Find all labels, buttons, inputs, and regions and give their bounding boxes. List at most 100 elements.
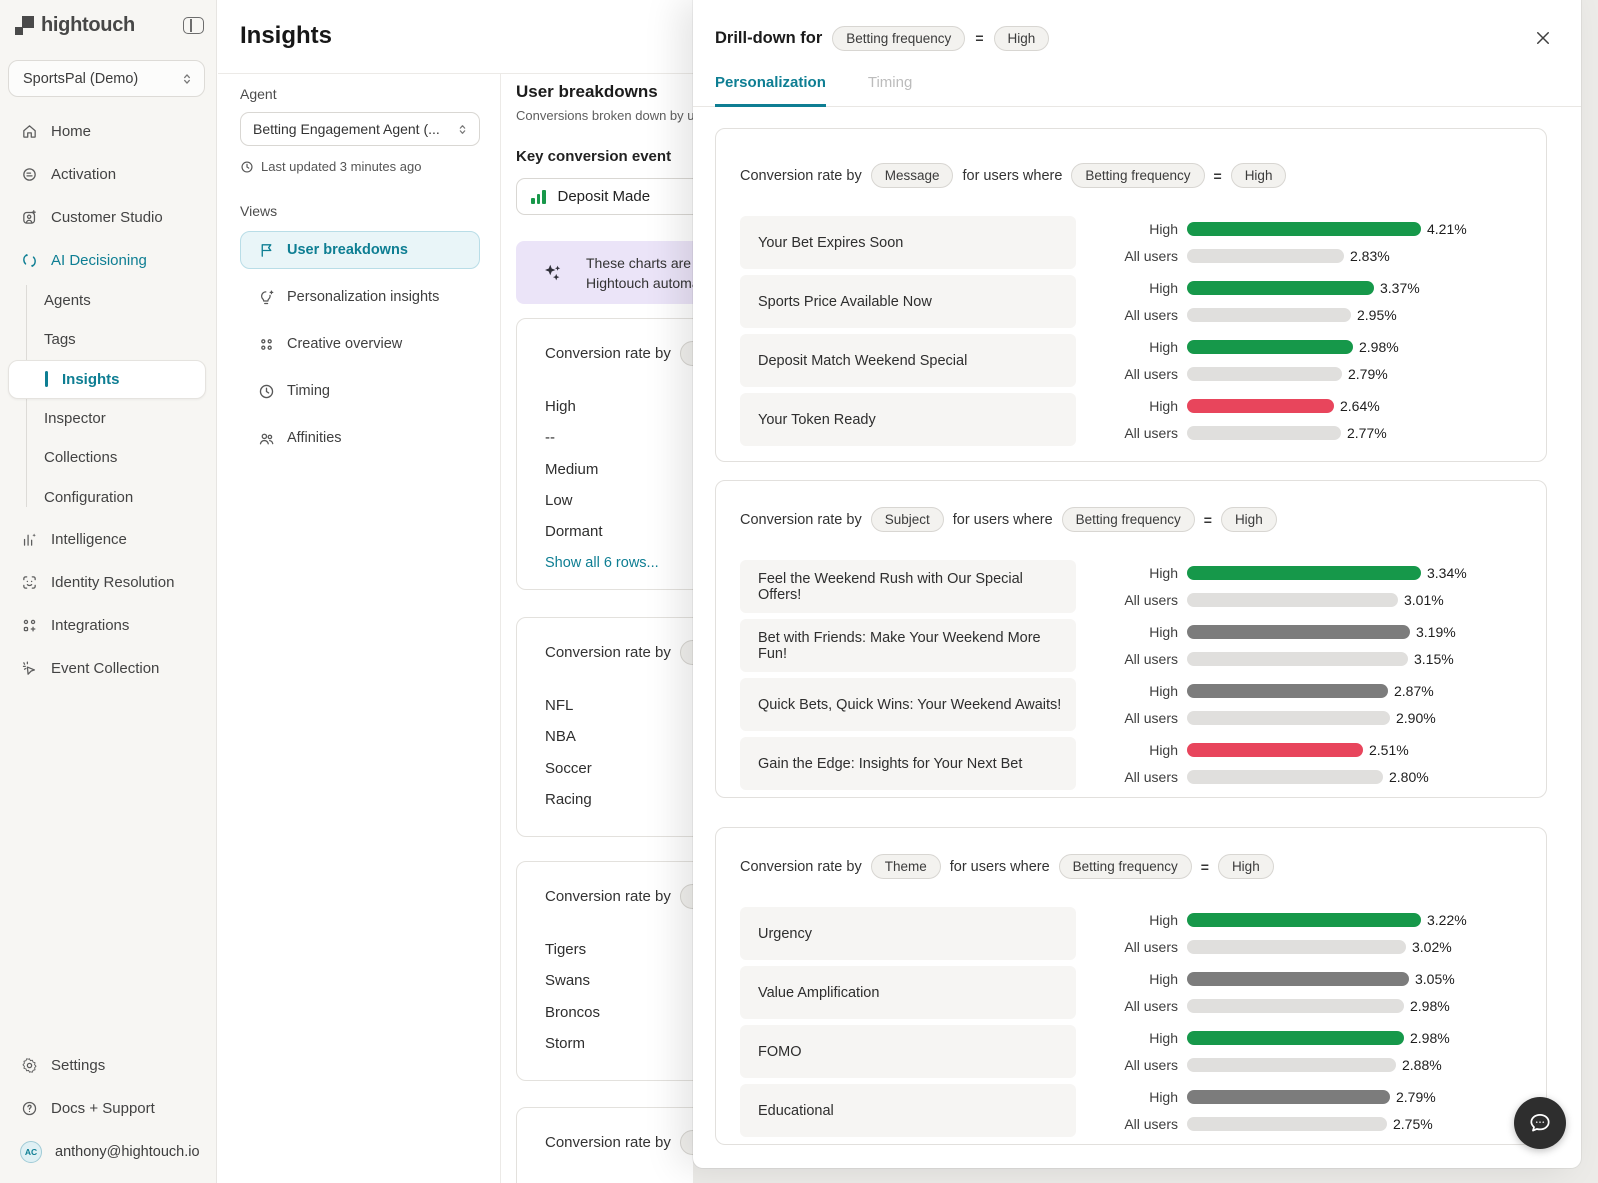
dimension-pill[interactable]: Bet (680, 341, 693, 366)
sidebar-item-integrations[interactable]: Integrations (0, 604, 216, 647)
breakdowns-subtitle: Conversions broken down by user (516, 108, 693, 123)
home-icon (20, 123, 38, 141)
gear-icon (20, 1057, 38, 1075)
chat-widget-button[interactable] (1514, 1097, 1566, 1149)
view-item-affinities[interactable]: Affinities (240, 419, 480, 457)
value-pill[interactable]: High (1221, 507, 1277, 532)
last-updated: Last updated 3 minutes ago (240, 159, 480, 174)
app-root: hightouch SportsPal (Demo) Home Activati… (0, 0, 1598, 1183)
sidebar-item-ai-decisioning[interactable]: AI Decisioning (0, 239, 216, 282)
row-label: Bet with Friends: Make Your Weekend More… (740, 619, 1076, 672)
dots-grid-icon (257, 335, 275, 353)
dimension-pill[interactable]: Bet (680, 1130, 693, 1155)
bar-value: 2.75% (1393, 1116, 1433, 1132)
sidebar-item-identity-resolution[interactable]: Identity Resolution (0, 561, 216, 604)
bar-value: 3.02% (1412, 939, 1452, 955)
sidebar-item-insights[interactable]: Insights (8, 360, 206, 399)
sidebar-item-configuration[interactable]: Configuration (0, 477, 216, 516)
sidebar-item-event-collection[interactable]: Event Collection (0, 647, 216, 690)
help-icon (20, 1100, 38, 1118)
metric-row: Feel the Weekend Rush with Our Special O… (740, 560, 1522, 613)
row-label: Gain the Edge: Insights for Your Next Be… (740, 737, 1076, 790)
sidebar-item-label: Event Collection (51, 660, 159, 677)
value-pill[interactable]: High (1231, 163, 1287, 188)
lightbulb-icon (257, 288, 275, 306)
bar-value: 2.88% (1402, 1057, 1442, 1073)
dimension-pill[interactable]: Theme (871, 854, 941, 879)
automation-notice: These charts are so Hightouch automati (516, 241, 693, 304)
metric-row: Urgency High3.22% All users3.02% (740, 907, 1522, 960)
sidebar-item-settings[interactable]: Settings (0, 1044, 216, 1087)
sidebar-item-label: AI Decisioning (51, 252, 147, 269)
category-label: Soccer (545, 753, 693, 784)
dimension-pill[interactable]: Tea (680, 884, 693, 909)
view-item-personalization-insights[interactable]: Personalization insights (240, 278, 480, 316)
sidebar: hightouch SportsPal (Demo) Home Activati… (0, 0, 217, 1183)
notice-line-1: These charts are so (586, 253, 693, 273)
bar-high (1187, 399, 1334, 413)
category-label: Swans (545, 965, 693, 996)
row-label: Your Token Ready (740, 393, 1076, 446)
bar-value: 2.79% (1396, 1089, 1436, 1105)
show-all-rows-link[interactable]: Show all 6 rows... (545, 547, 693, 578)
tab-personalization[interactable]: Personalization (715, 74, 826, 107)
sidebar-item-tags[interactable]: Tags (0, 320, 216, 359)
sidebar-item-label: Activation (51, 166, 116, 183)
view-item-creative-overview[interactable]: Creative overview (240, 325, 480, 363)
sidebar-item-label: Intelligence (51, 531, 127, 548)
bar-value: 2.77% (1347, 425, 1387, 441)
bar-all-users (1187, 711, 1390, 725)
bar-all-users (1187, 426, 1341, 440)
bar-value: 2.90% (1396, 710, 1436, 726)
bar-value: 3.19% (1416, 624, 1456, 640)
bar-all-users (1187, 367, 1342, 381)
breakdown-card-preferred-sport: Conversion rate byPre NFL NBA Soccer Rac… (516, 617, 693, 837)
sidebar-item-activation[interactable]: Activation (0, 153, 216, 196)
row-label: Feel the Weekend Rush with Our Special O… (740, 560, 1076, 613)
hightouch-logo-icon (14, 16, 34, 36)
category-label: Low (545, 485, 693, 516)
dimension-pill[interactable]: Pre (680, 640, 693, 665)
sidebar-item-customer-studio[interactable]: Customer Studio (0, 196, 216, 239)
sidebar-item-home[interactable]: Home (0, 110, 216, 153)
key-event-selector[interactable]: Deposit Made (516, 178, 693, 215)
filter-pill[interactable]: Betting frequency (1059, 854, 1192, 879)
sidebar-item-collections[interactable]: Collections (0, 438, 216, 477)
metric-row: Gain the Edge: Insights for Your Next Be… (740, 737, 1522, 790)
view-item-timing[interactable]: Timing (240, 372, 480, 410)
sidebar-item-docs-support[interactable]: Docs + Support (0, 1087, 216, 1130)
bar-all-users (1187, 308, 1351, 322)
agent-label: Agent (240, 86, 480, 102)
bar-value: 3.22% (1427, 912, 1467, 928)
chevron-up-down-icon (180, 72, 194, 86)
agent-selector[interactable]: Betting Engagement Agent (... (240, 112, 480, 146)
sidebar-item-agents[interactable]: Agents (0, 281, 216, 320)
sidebar-collapse-icon[interactable] (183, 17, 204, 34)
metric-row: Value Amplification High3.05% All users2… (740, 966, 1522, 1019)
views-label: Views (240, 203, 480, 219)
identity-resolution-icon (20, 574, 38, 592)
sparkles-icon (542, 262, 564, 284)
value-pill[interactable]: High (994, 26, 1050, 51)
value-pill[interactable]: High (1218, 854, 1274, 879)
dimension-pill[interactable]: Message (871, 163, 954, 188)
dimension-pill[interactable]: Subject (871, 507, 944, 532)
workspace-selector[interactable]: SportsPal (Demo) (8, 60, 205, 97)
close-icon[interactable] (1529, 24, 1557, 52)
sidebar-item-account[interactable]: AC anthony@hightouch.io (0, 1130, 216, 1173)
bar-high (1187, 684, 1388, 698)
breakdowns-title: User breakdowns (516, 82, 693, 102)
drilldown-tabs: Personalization Timing (693, 52, 1581, 107)
bar-high (1187, 222, 1421, 236)
sidebar-item-label: Settings (51, 1057, 105, 1074)
sidebar-item-intelligence[interactable]: Intelligence (0, 518, 216, 561)
filter-pill[interactable]: Betting frequency (1062, 507, 1195, 532)
filter-pill[interactable]: Betting frequency (1071, 163, 1204, 188)
filter-pill[interactable]: Betting frequency (832, 26, 965, 51)
tab-timing[interactable]: Timing (868, 74, 912, 106)
sidebar-item-inspector[interactable]: Inspector (0, 399, 216, 438)
view-item-user-breakdowns[interactable]: User breakdowns (240, 231, 480, 269)
key-event-value: Deposit Made (558, 188, 651, 205)
sidebar-item-label: Integrations (51, 617, 129, 634)
breakdown-card-betting-frequency: Conversion rate byBet High -- Medium Low… (516, 318, 693, 590)
